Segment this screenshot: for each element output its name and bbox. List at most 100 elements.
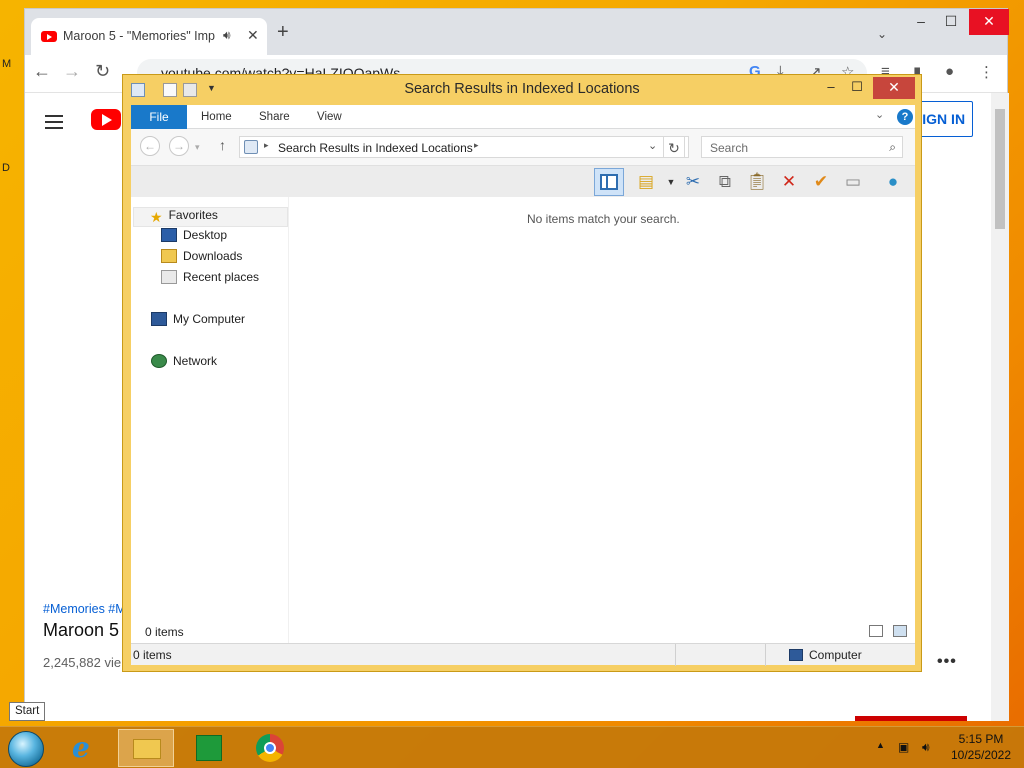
back-button[interactable]: ← — [33, 61, 51, 82]
breadcrumb-chevron-icon[interactable]: ▸ — [474, 140, 479, 151]
nav-label: Recent places — [183, 270, 260, 284]
show-hidden-icons-icon[interactable]: ▲ — [876, 740, 885, 750]
star-icon: ★ — [150, 209, 163, 225]
start-tooltip: Start — [9, 702, 46, 721]
youtube-logo-icon[interactable] — [91, 109, 121, 130]
clock-date: 10/25/2022 — [950, 748, 1012, 762]
ribbon-expand-icon[interactable]: ⌄ — [875, 108, 884, 121]
explorer-address-box[interactable]: ▸ Search Results in Indexed Locations ▸ … — [239, 136, 689, 158]
network-icon — [151, 354, 167, 368]
chrome-icon[interactable] — [242, 729, 298, 767]
nav-label: My Computer — [173, 312, 246, 326]
large-icons-view-icon[interactable] — [893, 625, 907, 637]
explorer-content: ★ Favorites Desktop Downloads Recent plac… — [131, 197, 915, 643]
cut-icon[interactable]: ✂ — [681, 170, 705, 194]
downloads-folder-icon — [161, 249, 177, 263]
ribbon-tabs: File Home Share View ⌄ ? — [131, 105, 915, 129]
new-tab-button[interactable]: + — [277, 22, 289, 42]
chrome-close-button[interactable]: ✕ — [969, 9, 1009, 35]
address-dropdown-icon[interactable]: ⌄ — [648, 139, 657, 152]
nav-item-favorites[interactable]: ★ Favorites — [133, 207, 288, 227]
status-items: 0 items — [133, 648, 172, 662]
tab-search-button[interactable]: ⌄ — [877, 27, 887, 41]
search-input[interactable]: Search ⌕ — [701, 136, 903, 158]
nav-label: Desktop — [183, 228, 228, 242]
menu-icon[interactable]: ⋮ — [979, 63, 994, 81]
explorer-minimize-button[interactable]: – — [821, 77, 841, 99]
clock[interactable]: 5:15 PM 10/25/2022 — [944, 731, 1018, 763]
chrome-maximize-button[interactable]: ☐ — [935, 9, 967, 35]
preview-pane-icon[interactable] — [594, 168, 624, 196]
profile-icon[interactable]: ● — [945, 63, 954, 80]
browser-tab[interactable]: Maroon 5 - "Memories" Imp 🔊︎ ✕ — [31, 18, 267, 55]
hamburger-menu-icon[interactable] — [45, 115, 63, 129]
tab-home[interactable]: Home — [201, 111, 232, 123]
nav-item-network[interactable]: Network — [151, 354, 217, 374]
recent-places-icon — [161, 270, 177, 284]
start-button[interactable] — [8, 731, 44, 767]
forward-button[interactable]: → — [63, 61, 81, 82]
nav-item-downloads[interactable]: Downloads — [161, 249, 242, 269]
tab-share[interactable]: Share — [259, 111, 290, 123]
explorer-maximize-button[interactable]: ☐ — [847, 77, 867, 99]
scrollbar-thumb[interactable] — [995, 109, 1005, 229]
globe-icon[interactable]: ● — [881, 170, 905, 194]
command-toolbar: ▤ ▼ ✂ ⧉ 📋︎ ✕ ✔ ▭ ● — [131, 165, 915, 197]
explorer-close-button[interactable]: ✕ — [873, 77, 915, 99]
subscribe-button[interactable] — [855, 716, 967, 721]
computer-icon — [789, 649, 803, 661]
search-placeholder: Search — [710, 141, 749, 155]
chrome-glyph — [256, 734, 284, 762]
page-scrollbar[interactable] — [991, 93, 1009, 721]
ie-glyph: e — [72, 731, 90, 764]
folder-options-icon[interactable]: ▤ — [634, 170, 658, 194]
video-hashtags[interactable]: #Memories #M — [43, 602, 126, 616]
refresh-button[interactable]: ↻ — [663, 136, 685, 158]
explorer-window: ▼ Search Results in Indexed Locations – … — [122, 74, 922, 672]
network-tray-icon[interactable]: ▣ — [898, 740, 909, 754]
status-location-label: Computer — [809, 648, 862, 662]
search-icon[interactable]: ⌕ — [889, 140, 896, 155]
nav-item-my-computer[interactable]: My Computer — [151, 312, 245, 332]
options-dropdown-icon[interactable]: ▼ — [659, 170, 683, 194]
paste-icon[interactable]: 📋︎ — [745, 170, 769, 194]
items-count: 0 items — [145, 625, 184, 639]
nav-item-desktop[interactable]: Desktop — [161, 228, 227, 248]
desktop-icon-label: M — [2, 58, 12, 70]
explorer-forward-button[interactable]: → — [169, 136, 189, 156]
tab-title: Maroon 5 - "Memories" Imp — [63, 29, 215, 43]
delete-icon[interactable]: ✕ — [777, 170, 801, 194]
store-glyph — [196, 735, 222, 761]
computer-icon — [151, 312, 167, 326]
store-icon[interactable] — [182, 729, 238, 767]
up-button[interactable]: ↑ — [219, 137, 226, 153]
rename-field-icon[interactable]: ▭ — [841, 170, 865, 194]
status-divider — [675, 644, 676, 666]
more-actions-button[interactable]: ••• — [937, 653, 957, 671]
empty-results-message: No items match your search. — [527, 212, 680, 226]
clock-time: 5:15 PM — [958, 732, 1004, 746]
tab-view[interactable]: View — [317, 111, 342, 123]
details-view-icon[interactable] — [869, 625, 883, 637]
reload-button[interactable]: ↻ — [95, 61, 110, 82]
volume-icon[interactable]: 🔊︎ — [922, 740, 930, 755]
file-explorer-icon[interactable] — [118, 729, 174, 767]
speaker-icon[interactable]: 🔊︎ — [223, 28, 231, 43]
desktop-icon — [161, 228, 177, 242]
checkmark-icon[interactable]: ✔ — [809, 170, 833, 194]
video-views: 2,245,882 vie — [43, 655, 122, 670]
help-button[interactable]: ? — [897, 109, 913, 125]
nav-label: Favorites — [168, 208, 218, 222]
chrome-minimize-button[interactable]: – — [905, 9, 937, 35]
explorer-back-button[interactable]: ← — [140, 136, 160, 156]
nav-item-recent-places[interactable]: Recent places — [161, 270, 259, 290]
breadcrumb-chevron-icon[interactable]: ▸ — [264, 140, 269, 151]
tab-close-button[interactable]: ✕ — [247, 27, 259, 44]
recent-locations-icon[interactable]: ▾ — [195, 142, 200, 153]
copy-icon[interactable]: ⧉ — [713, 170, 737, 194]
internet-explorer-icon[interactable]: e — [60, 729, 116, 767]
status-bar: 0 items Computer — [131, 643, 915, 666]
video-title: Maroon 5 — [43, 620, 120, 640]
tab-file[interactable]: File — [131, 105, 187, 129]
breadcrumb[interactable]: Search Results in Indexed Locations — [278, 141, 473, 155]
